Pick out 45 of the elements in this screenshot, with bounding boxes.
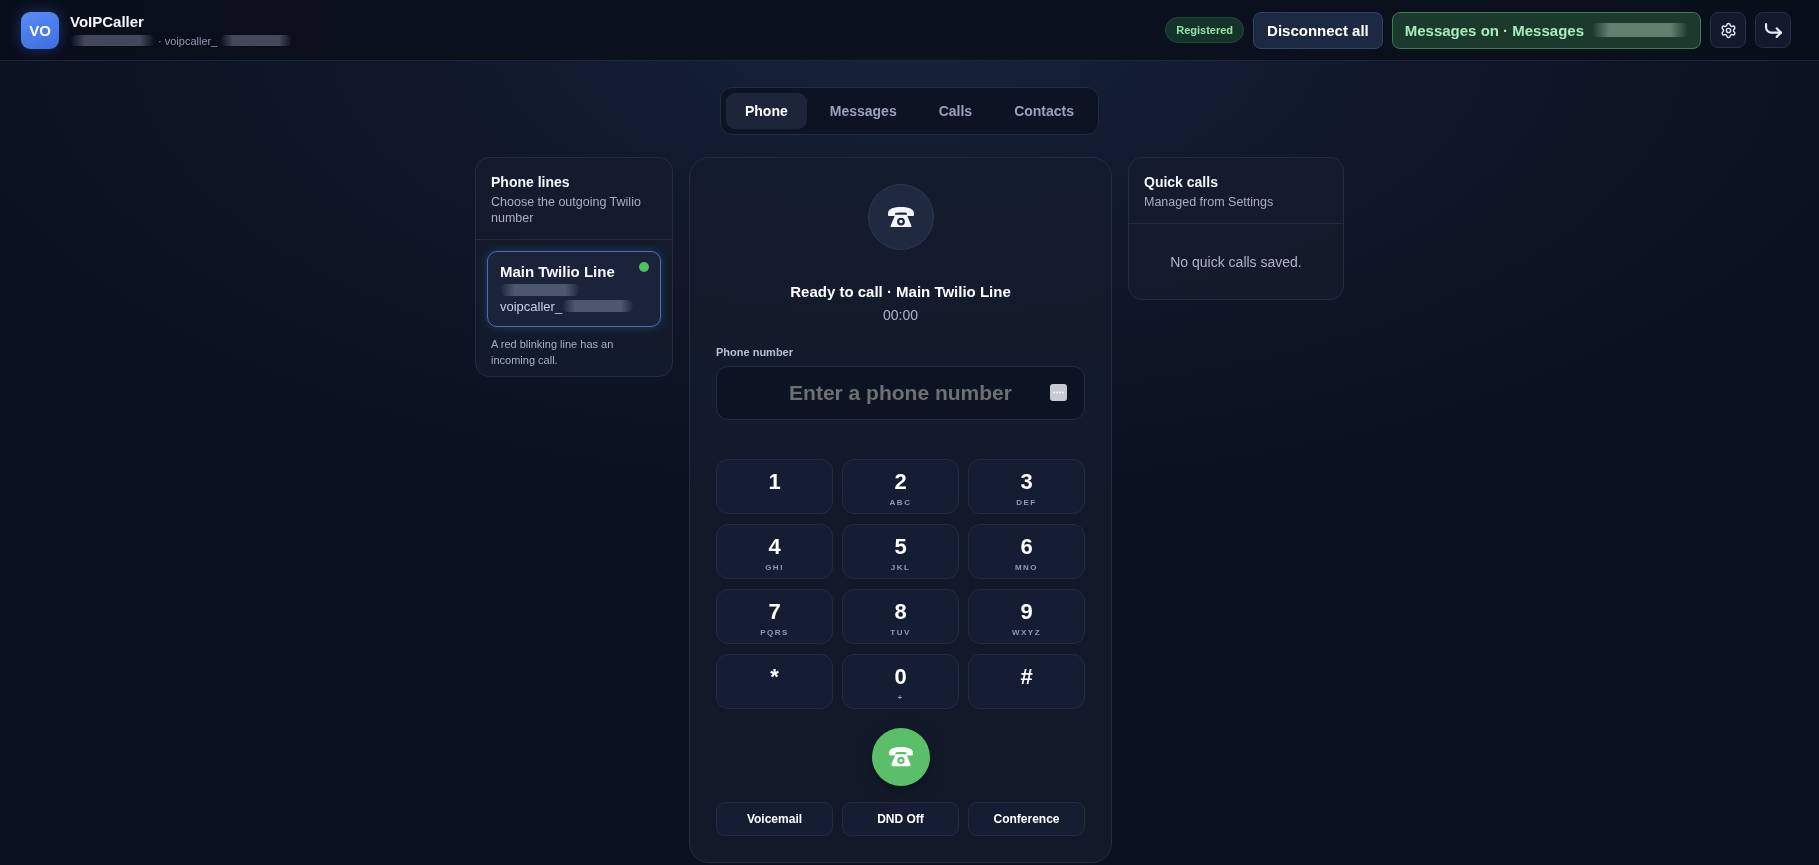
- curved-arrow-icon: [1764, 22, 1782, 38]
- tab[interactable]: Messages: [810, 93, 916, 129]
- status-badge: Registered: [1165, 17, 1245, 43]
- keypad-key[interactable]: 0 +: [842, 654, 959, 709]
- keypad-key[interactable]: 3 DEF: [968, 459, 1085, 514]
- empty-message: No quick calls saved.: [1169, 253, 1303, 271]
- dots-icon: [1050, 384, 1067, 401]
- line-card[interactable]: Main Twilio Line voipcaller_: [487, 251, 661, 327]
- phone-icon: [888, 747, 913, 767]
- panel-note: A red blinking line has an incoming call.: [490, 337, 615, 368]
- disconnect-button[interactable]: Disconnect all: [1253, 11, 1383, 49]
- keypad-key[interactable]: 8 TUV: [842, 589, 959, 644]
- logout-button[interactable]: [1755, 12, 1791, 48]
- phone-number-field[interactable]: Enter a phone number: [716, 366, 1085, 420]
- account-label: · voipcaller_: [158, 33, 218, 48]
- app-logo: VO: [21, 11, 59, 49]
- keypad-key[interactable]: *: [716, 654, 833, 709]
- app-title: VoIPCaller: [70, 12, 145, 31]
- action-button[interactable]: Voicemail: [716, 802, 833, 836]
- keypad-key[interactable]: 4 GHI: [716, 524, 833, 579]
- keypad-key[interactable]: 7 PQRS: [716, 589, 833, 644]
- field-label: Phone number: [716, 346, 794, 359]
- action-button[interactable]: Conference: [968, 802, 1085, 836]
- tab[interactable]: Contacts: [995, 93, 1094, 129]
- panel-title: Quick calls: [1144, 173, 1219, 191]
- panel-title: Phone lines: [491, 173, 571, 191]
- call-button[interactable]: [871, 728, 930, 786]
- settings-button[interactable]: [1710, 12, 1746, 48]
- keypad-key[interactable]: 1: [716, 459, 833, 514]
- tab[interactable]: Phone: [725, 93, 807, 129]
- messages-toggle[interactable]: Messages on · Messages: [1391, 11, 1701, 49]
- action-button[interactable]: DND Off: [842, 802, 959, 836]
- line-name: Main Twilio Line: [500, 262, 616, 282]
- keypad-key[interactable]: 6 MNO: [968, 524, 1085, 579]
- keypad-key[interactable]: 9 WXYZ: [968, 589, 1085, 644]
- keypad-key[interactable]: #: [968, 654, 1085, 709]
- keypad-key[interactable]: 2 ABC: [842, 459, 959, 514]
- call-timer: 00:00: [881, 307, 919, 324]
- panel-subtitle: Choose the outgoing Twilio number: [491, 194, 642, 226]
- keypad-key[interactable]: 5 JKL: [842, 524, 959, 579]
- call-status: Ready to call · Main Twilio Line: [789, 283, 1012, 300]
- tab[interactable]: Calls: [919, 93, 992, 129]
- panel-subtitle: Managed from Settings: [1144, 194, 1275, 210]
- settings-icon: [1719, 21, 1737, 39]
- line-username: voipcaller_: [500, 298, 563, 314]
